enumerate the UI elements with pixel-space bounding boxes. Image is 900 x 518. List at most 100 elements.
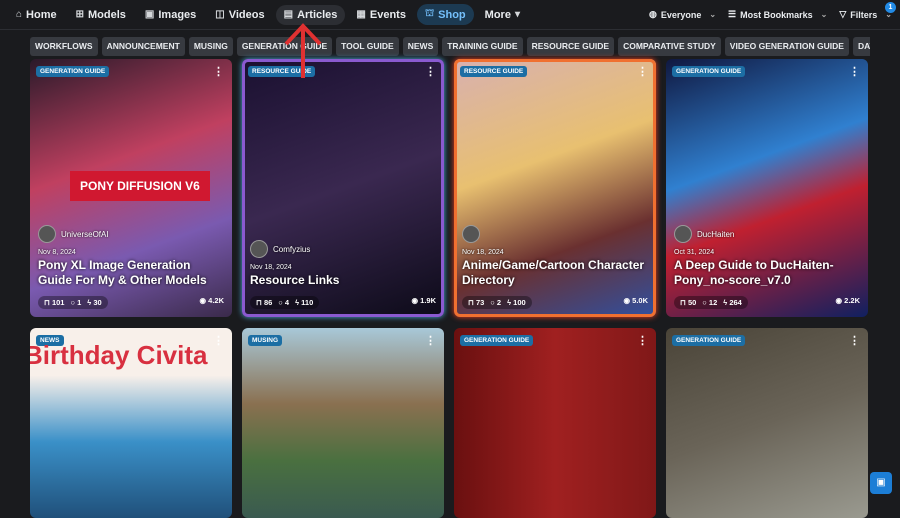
comment-count: ○ 1 bbox=[70, 298, 82, 307]
article-card[interactable]: GENERATION GUIDE ⋮ bbox=[454, 328, 656, 518]
bolt-icon: ϟ bbox=[723, 298, 728, 307]
article-card[interactable]: RESOURCE GUIDE ⋮ Comfyzius Nov 18, 2024 Reso… bbox=[242, 59, 444, 317]
article-card[interactable]: GENERATION GUIDE ⋮ PONY DIFFUSION V6 Univer… bbox=[30, 59, 232, 317]
comment-count: ○ 12 bbox=[702, 298, 718, 307]
globe-icon: ◍ bbox=[648, 9, 657, 19]
more-options-icon[interactable]: ⋮ bbox=[425, 65, 436, 78]
eye-icon: ◉ bbox=[411, 296, 419, 305]
comment-icon: ○ bbox=[278, 298, 283, 307]
filters-button[interactable]: ▽ Filters ⌄ bbox=[839, 9, 892, 20]
nav-home[interactable]: ⌂ Home bbox=[8, 5, 65, 25]
bookmark-count: ⊓ 50 bbox=[680, 298, 697, 307]
publish-date: Nov 8, 2024 bbox=[38, 249, 76, 256]
tag-filter[interactable]: VIDEO GENERATION GUIDE bbox=[724, 37, 849, 56]
bolt-icon: ϟ bbox=[87, 298, 92, 307]
tip-count: ϟ 30 bbox=[87, 298, 102, 307]
image-icon: ▣ bbox=[144, 9, 155, 20]
more-options-icon[interactable]: ⋮ bbox=[849, 334, 860, 347]
nav-shop[interactable]: ⛫ Shop bbox=[416, 4, 474, 25]
eye-icon: ◉ bbox=[623, 296, 631, 305]
nav-videos[interactable]: ◫ Videos bbox=[207, 5, 272, 25]
author-name[interactable]: DucHaiten bbox=[697, 230, 734, 239]
category-badge: RESOURCE GUIDE bbox=[460, 66, 528, 77]
comment-count: ○ 4 bbox=[278, 298, 290, 307]
category-badge: GENERATION GUIDE bbox=[36, 66, 110, 77]
tag-filter[interactable]: NEWS bbox=[402, 37, 439, 56]
cover-image-text: Birthday Civita bbox=[30, 340, 208, 370]
avatar[interactable] bbox=[38, 225, 56, 243]
calendar-icon: ▦ bbox=[356, 9, 366, 20]
tag-filter[interactable]: RESOURCE GUIDE bbox=[526, 37, 615, 56]
tag-filter[interactable]: COMPARATIVE STUDY bbox=[618, 37, 721, 56]
article-title[interactable]: Resource Links bbox=[250, 273, 436, 288]
article-title[interactable]: A Deep Guide to DucHaiten-Pony_no-score_… bbox=[674, 258, 860, 288]
view-count: ◉ 2.2K bbox=[835, 296, 860, 305]
tag-filter[interactable]: TOOL GUIDE bbox=[336, 37, 399, 56]
article-card[interactable]: GENERATION GUIDE ⋮ DucHaiten Oct 31, 2024 A … bbox=[666, 59, 868, 317]
avatar[interactable] bbox=[250, 240, 268, 258]
tip-count: ϟ 110 bbox=[295, 298, 314, 307]
comment-count: ○ 2 bbox=[490, 298, 502, 307]
bolt-icon: ϟ bbox=[295, 298, 300, 307]
document-icon: ▤ bbox=[283, 9, 294, 20]
bookmark-count: ⊓ 101 bbox=[44, 298, 65, 307]
more-options-icon[interactable]: ⋮ bbox=[425, 334, 436, 347]
eye-icon: ◉ bbox=[199, 296, 207, 305]
more-options-icon[interactable]: ⋮ bbox=[849, 65, 860, 78]
comment-icon: ○ bbox=[702, 298, 707, 307]
eye-icon: ◉ bbox=[835, 296, 843, 305]
top-navbar: ⌂ Home ⊞ Models ▣ Images ◫ Videos ▤ Articles ▦ Even… bbox=[0, 0, 900, 30]
author-name[interactable]: UniverseOfAI bbox=[61, 230, 109, 239]
category-badge: GENERATION GUIDE bbox=[672, 335, 746, 346]
more-options-icon[interactable]: ⋮ bbox=[637, 65, 648, 78]
sort-icon: ☰ bbox=[728, 9, 737, 19]
nav-events[interactable]: ▦ Events bbox=[348, 5, 414, 25]
tag-filter[interactable]: WORKFLOWS bbox=[30, 37, 98, 56]
more-options-icon[interactable]: ⋮ bbox=[213, 334, 224, 347]
tag-filter[interactable]: DATA bbox=[852, 37, 870, 56]
category-badge: GENERATION GUIDE bbox=[672, 66, 746, 77]
bookmark-icon: ⊓ bbox=[680, 298, 686, 307]
article-card[interactable]: MUSING ⋮ bbox=[242, 328, 444, 518]
comment-icon: ○ bbox=[70, 298, 75, 307]
tip-count: ϟ 264 bbox=[723, 298, 742, 307]
tag-filter[interactable]: ANNOUNCEMENT bbox=[101, 37, 185, 56]
chat-help-button[interactable]: ▣ bbox=[870, 472, 892, 494]
view-count: ◉ 4.2K bbox=[199, 296, 224, 305]
caret-down-icon: ▾ bbox=[514, 9, 520, 20]
tag-filter[interactable]: TRAINING GUIDE bbox=[442, 37, 523, 56]
article-title[interactable]: Pony XL Image Generation Guide For My & … bbox=[38, 258, 224, 288]
author-name[interactable]: Comfyzius bbox=[273, 245, 310, 254]
tip-count: ϟ 100 bbox=[507, 298, 526, 307]
bookmark-icon: ⊓ bbox=[256, 298, 262, 307]
article-card[interactable]: GENERATION GUIDE ⋮ bbox=[666, 328, 868, 518]
nav-models[interactable]: ⊞ Models bbox=[68, 5, 134, 25]
video-icon: ◫ bbox=[215, 9, 225, 20]
view-count: ◉ 1.9K bbox=[411, 296, 436, 305]
article-grid: GENERATION GUIDE ⋮ PONY DIFFUSION V6 Univer… bbox=[30, 59, 868, 518]
nav-images[interactable]: ▣ Images bbox=[137, 5, 204, 25]
publish-date: Nov 18, 2024 bbox=[462, 249, 504, 256]
home-icon: ⌂ bbox=[16, 9, 23, 20]
article-title[interactable]: Anime/Game/Cartoon Character Directory bbox=[462, 258, 648, 288]
category-badge: GENERATION GUIDE bbox=[460, 335, 534, 346]
view-count: ◉ 5.0K bbox=[623, 296, 648, 305]
filter-icon: ▽ bbox=[839, 9, 847, 19]
more-options-icon[interactable]: ⋮ bbox=[637, 334, 648, 347]
nav-more[interactable]: More ▾ bbox=[477, 5, 528, 25]
bolt-icon: ϟ bbox=[507, 298, 512, 307]
more-options-icon[interactable]: ⋮ bbox=[213, 65, 224, 78]
avatar[interactable] bbox=[462, 225, 480, 243]
annotation-arrow bbox=[284, 23, 322, 78]
audience-select[interactable]: ◍ Everyone ⌄ bbox=[649, 9, 716, 20]
chevron-down-icon: ⌄ bbox=[820, 10, 828, 19]
chevron-down-icon: ⌄ bbox=[709, 10, 717, 19]
tag-filter[interactable]: MUSING bbox=[188, 37, 233, 56]
bookmark-count: ⊓ 73 bbox=[468, 298, 485, 307]
avatar[interactable] bbox=[674, 225, 692, 243]
bookmark-icon: ⊓ bbox=[468, 298, 474, 307]
sort-select[interactable]: ☰ Most Bookmarks ⌄ bbox=[728, 9, 827, 20]
article-card[interactable]: NEWS ⋮ Birthday Civita bbox=[30, 328, 232, 518]
publish-date: Oct 31, 2024 bbox=[674, 249, 715, 256]
article-card[interactable]: RESOURCE GUIDE ⋮ Nov 18, 2024 Anime/Game/Ca… bbox=[454, 59, 656, 317]
